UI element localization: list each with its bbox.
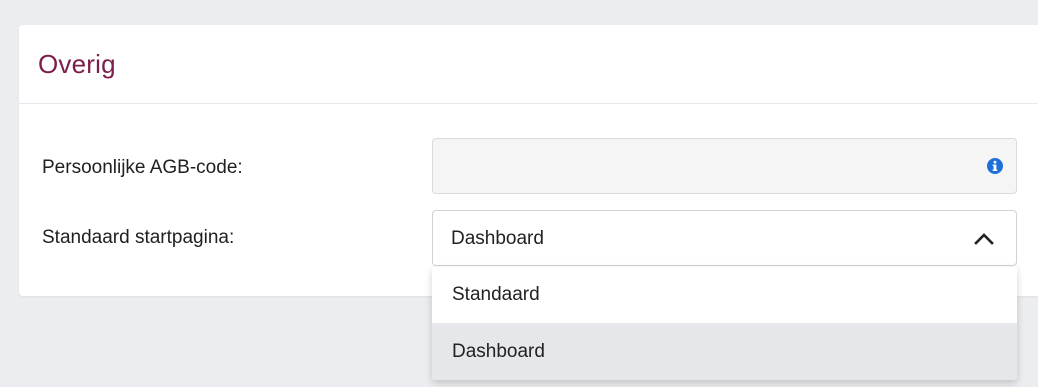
form-row-start-page: Standaard startpagina: Dashboard xyxy=(19,210,1038,266)
start-page-selected-value: Dashboard xyxy=(451,228,544,249)
section-title: Overig xyxy=(38,48,116,79)
card-header: Overig xyxy=(19,25,1038,104)
chevron-up-icon xyxy=(974,233,994,245)
agb-code-label: Persoonlijke AGB-code: xyxy=(42,157,243,178)
dropdown-option-standaard[interactable]: Standaard xyxy=(432,267,1017,323)
start-page-label: Standaard startpagina: xyxy=(42,227,235,248)
info-icon[interactable] xyxy=(987,158,1003,174)
start-page-select[interactable]: Dashboard xyxy=(432,210,1017,266)
dropdown-option-dashboard[interactable]: Dashboard xyxy=(432,323,1017,380)
form-row-agb-code: Persoonlijke AGB-code: xyxy=(19,138,1038,194)
start-page-dropdown-menu: Standaard Dashboard xyxy=(432,267,1017,380)
settings-card-overig: Overig Persoonlijke AGB-code: Standaard … xyxy=(19,25,1038,296)
agb-code-input[interactable] xyxy=(432,138,1017,194)
